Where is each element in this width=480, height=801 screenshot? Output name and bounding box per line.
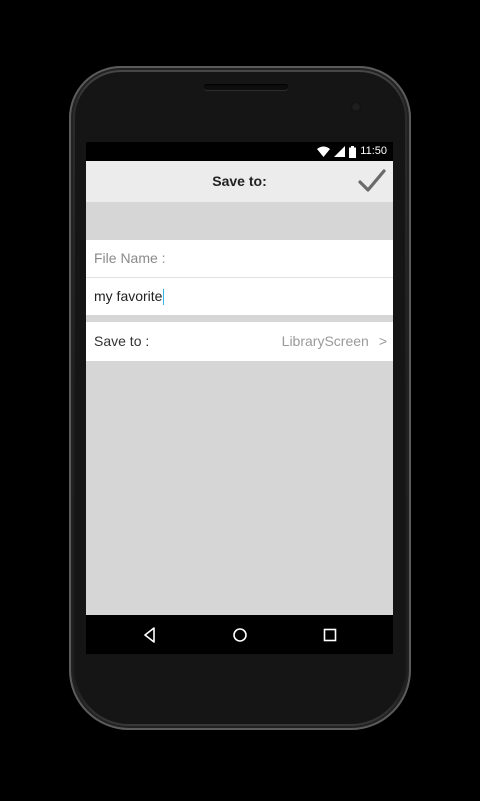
- home-button[interactable]: [229, 624, 251, 646]
- navigation-bar: [86, 615, 393, 654]
- file-name-panel: File Name : my favorite: [86, 240, 393, 315]
- save-to-value: LibraryScreen: [281, 333, 369, 349]
- confirm-button[interactable]: [357, 166, 387, 196]
- spacer-band: [86, 202, 393, 240]
- spacer-band-2: [86, 315, 393, 322]
- home-icon: [229, 624, 251, 646]
- front-camera: [351, 102, 361, 112]
- save-to-destination: LibraryScreen >: [282, 322, 387, 361]
- speaker-grille: [204, 84, 288, 90]
- status-time: 11:50: [360, 145, 387, 157]
- file-name-value: my favorite: [94, 288, 163, 304]
- checkmark-icon: [357, 169, 387, 200]
- device-screen: 11:50 Save to: File Name : my favorite S…: [86, 142, 393, 654]
- battery-icon: [349, 145, 357, 158]
- chevron-right-icon: >: [378, 333, 387, 349]
- empty-content-area: [86, 361, 393, 615]
- text-caret: [163, 289, 165, 306]
- wifi-icon: [317, 146, 331, 157]
- file-name-label: File Name :: [94, 250, 166, 266]
- recents-icon: [319, 624, 341, 646]
- action-bar: Save to:: [86, 161, 393, 202]
- signal-icon: [334, 146, 346, 157]
- save-to-row[interactable]: Save to : LibraryScreen >: [86, 322, 393, 361]
- stage: 11:50 Save to: File Name : my favorite S…: [0, 0, 480, 801]
- save-to-label: Save to :: [94, 333, 150, 349]
- back-button[interactable]: [139, 624, 161, 646]
- status-icons: 11:50: [317, 145, 387, 158]
- page-title: Save to:: [212, 173, 267, 189]
- file-name-input[interactable]: my favorite: [94, 278, 384, 315]
- recents-button[interactable]: [319, 624, 341, 646]
- status-bar: 11:50: [86, 142, 393, 161]
- back-icon: [139, 624, 161, 646]
